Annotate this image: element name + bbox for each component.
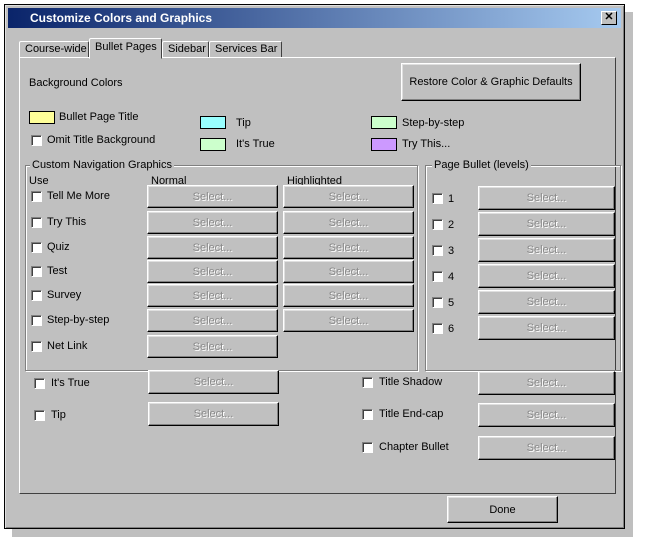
its-true-label: It's True — [236, 138, 275, 150]
title-shadow-select-button[interactable]: Select... — [478, 371, 615, 395]
step-by-step-label: Step-by-step — [47, 314, 110, 326]
test-normal-select-button[interactable]: Select... — [147, 260, 278, 283]
tell-me-more-checkbox[interactable] — [31, 191, 42, 202]
tab-bullet-pages[interactable]: Bullet Pages — [89, 38, 162, 59]
survey-highlighted-select-button[interactable]: Select... — [283, 284, 414, 307]
bullet-level-2-select-button[interactable]: Select... — [478, 212, 615, 236]
title-shadow-checkbox[interactable] — [362, 377, 373, 388]
omit-title-background-label: Omit Title Background — [47, 134, 156, 146]
tell-me-more-normal-select-button[interactable]: Select... — [147, 185, 278, 208]
bullet-level-6-select-button[interactable]: Select... — [478, 316, 615, 340]
restore-defaults-button[interactable]: Restore Color & Graphic Defaults — [401, 63, 581, 101]
bullet-level-2-checkbox[interactable] — [432, 219, 443, 230]
bullet-pages-panel: Background Colors Restore Color & Graphi… — [19, 57, 621, 494]
tip-label: Tip — [236, 117, 251, 129]
step-by-step-checkbox[interactable] — [31, 315, 42, 326]
bullet-level-4-checkbox[interactable] — [432, 271, 443, 282]
title-bar: Customize Colors and Graphics ✕ — [8, 8, 621, 28]
bullet-level-6-label: 6 — [448, 323, 455, 335]
test-label: Test — [47, 265, 68, 277]
title-end-cap-select-button[interactable]: Select... — [478, 403, 615, 427]
title-shadow-label: Title Shadow — [379, 376, 443, 388]
done-button[interactable]: Done — [447, 496, 558, 523]
try-this-checkbox[interactable] — [31, 217, 42, 228]
quiz-normal-select-button[interactable]: Select... — [147, 236, 278, 259]
extra-tip-label: Tip — [51, 409, 66, 421]
net-link-normal-select-button[interactable]: Select... — [147, 335, 278, 358]
bullet-level-4-label: 4 — [448, 271, 455, 283]
bullet-level-1-select-button[interactable]: Select... — [478, 186, 615, 210]
test-checkbox[interactable] — [31, 266, 42, 277]
title-end-cap-label: Title End-cap — [379, 408, 444, 420]
step-by-step-label: Step-by-step — [402, 117, 465, 129]
tell-me-more-label: Tell Me More — [47, 190, 110, 202]
bullet-level-3-checkbox[interactable] — [432, 245, 443, 256]
test-highlighted-select-button[interactable]: Select... — [283, 260, 414, 283]
bullet-level-1-checkbox[interactable] — [432, 193, 443, 204]
survey-checkbox[interactable] — [31, 290, 42, 301]
tab-services-bar[interactable]: Services Bar — [209, 41, 282, 58]
bullet-level-3-select-button[interactable]: Select... — [478, 238, 615, 262]
bullet-page-title-swatch[interactable] — [29, 111, 55, 124]
chapter-bullet-select-button[interactable]: Select... — [478, 436, 615, 460]
bullet-level-1-label: 1 — [448, 193, 455, 205]
window-title: Customize Colors and Graphics — [30, 11, 213, 25]
try-this-swatch[interactable] — [371, 138, 397, 151]
bullet-level-6-checkbox[interactable] — [432, 323, 443, 334]
chapter-bullet-checkbox[interactable] — [362, 442, 373, 453]
bullet-level-5-label: 5 — [448, 297, 455, 309]
extra-tip-checkbox[interactable] — [34, 410, 45, 421]
try-this-normal-select-button[interactable]: Select... — [147, 211, 278, 234]
bullet-page-title-label: Bullet Page Title — [59, 111, 139, 123]
survey-normal-select-button[interactable]: Select... — [147, 284, 278, 307]
extra-it-s-true-select-button[interactable]: Select... — [148, 370, 279, 394]
net-link-label: Net Link — [47, 340, 88, 352]
title-end-cap-checkbox[interactable] — [362, 409, 373, 420]
bullet-level-3-label: 3 — [448, 245, 455, 257]
chapter-bullet-label: Chapter Bullet — [379, 441, 449, 453]
extra-it-s-true-label: It's True — [51, 377, 90, 389]
tip-swatch[interactable] — [200, 116, 226, 129]
step-by-step-normal-select-button[interactable]: Select... — [147, 309, 278, 332]
tab-course-wide[interactable]: Course-wide — [19, 41, 89, 58]
page-bullet-heading: Page Bullet (levels) — [432, 159, 531, 171]
bullet-level-2-label: 2 — [448, 219, 455, 231]
its-true-swatch[interactable] — [200, 138, 226, 151]
net-link-checkbox[interactable] — [31, 341, 42, 352]
step-by-step-swatch[interactable] — [371, 116, 397, 129]
try-this-label: Try This... — [402, 138, 451, 150]
extra-tip-select-button[interactable]: Select... — [148, 402, 279, 426]
col-use-header: Use — [29, 175, 49, 187]
quiz-highlighted-select-button[interactable]: Select... — [283, 236, 414, 259]
extra-it-s-true-checkbox[interactable] — [34, 378, 45, 389]
tab-sidebar[interactable]: Sidebar — [162, 41, 209, 58]
try-this-highlighted-select-button[interactable]: Select... — [283, 211, 414, 234]
bullet-level-5-select-button[interactable]: Select... — [478, 290, 615, 314]
background-colors-heading: Background Colors — [29, 77, 123, 89]
customize-dialog: Customize Colors and Graphics ✕ Course-w… — [4, 4, 625, 529]
quiz-checkbox[interactable] — [31, 242, 42, 253]
tell-me-more-highlighted-select-button[interactable]: Select... — [283, 185, 414, 208]
close-button[interactable]: ✕ — [601, 11, 617, 25]
omit-title-background-checkbox[interactable] — [31, 135, 42, 146]
quiz-label: Quiz — [47, 241, 70, 253]
step-by-step-highlighted-select-button[interactable]: Select... — [283, 309, 414, 332]
bullet-level-4-select-button[interactable]: Select... — [478, 264, 615, 288]
bullet-level-5-checkbox[interactable] — [432, 297, 443, 308]
survey-label: Survey — [47, 289, 82, 301]
custom-navigation-graphics-heading: Custom Navigation Graphics — [30, 159, 175, 171]
try-this-label: Try This — [47, 216, 87, 228]
